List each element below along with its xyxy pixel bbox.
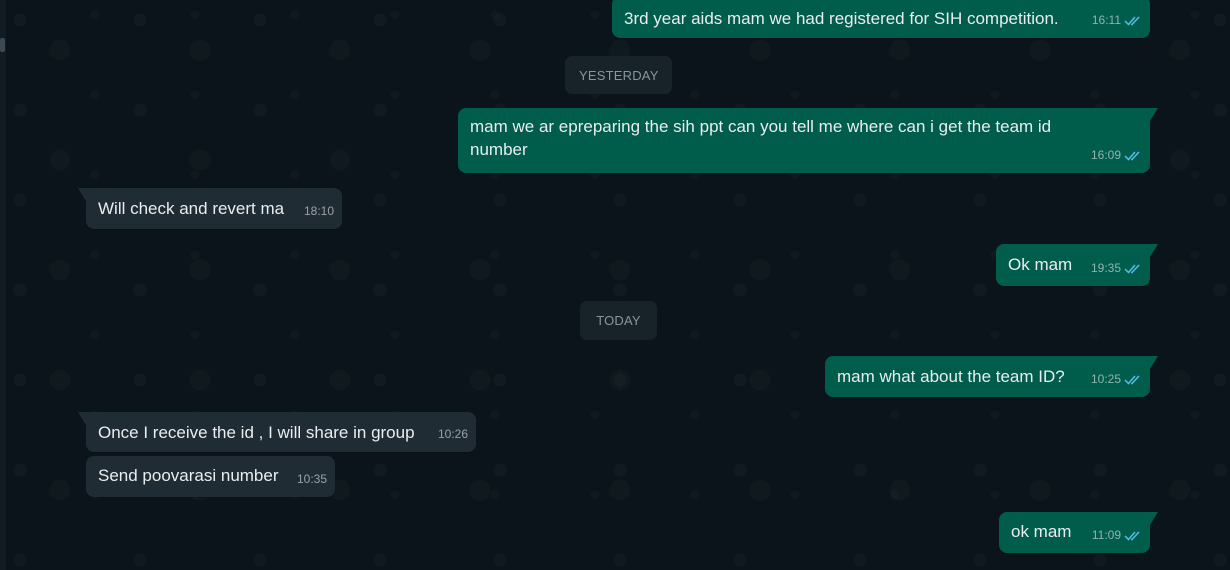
message-meta: 11:09 (1092, 524, 1142, 547)
outgoing-message[interactable]: ok mam 11:09 (999, 512, 1158, 553)
message-text: 3rd year aids mam we had registered for … (624, 9, 1059, 28)
message-meta: 10:25 (1091, 368, 1142, 391)
double-check-icon (1124, 264, 1140, 274)
message-time: 16:09 (1090, 148, 1121, 162)
message-text: Once I receive the id , I will share in … (98, 423, 415, 442)
message-time: 10:35 (296, 472, 327, 486)
message-meta: 10:26 (438, 423, 468, 446)
double-check-icon (1124, 16, 1140, 26)
double-check-icon (1124, 375, 1140, 385)
date-separator-today: TODAY (580, 301, 657, 340)
chat-panel[interactable]: 3rd year aids mam we had registered for … (0, 0, 1230, 570)
message-text: mam we ar epreparing the sih ppt can you… (470, 117, 1052, 159)
message-meta: 16:09 (1091, 144, 1142, 167)
message-meta: 10:35 (297, 468, 327, 491)
message-meta: 18:10 (304, 200, 334, 223)
outgoing-message[interactable]: 3rd year aids mam we had registered for … (612, 0, 1150, 38)
incoming-message[interactable]: Will check and revert ma 18:10 (78, 188, 342, 229)
incoming-message[interactable]: Send poovarasi number 10:35 (86, 456, 335, 497)
message-meta: 16:11 (1092, 9, 1142, 32)
outgoing-message[interactable]: mam we ar epreparing the sih ppt can you… (458, 108, 1158, 173)
incoming-message[interactable]: Once I receive the id , I will share in … (78, 412, 476, 452)
date-separator-yesterday: YESTERDAY (565, 56, 672, 94)
double-check-icon (1124, 531, 1140, 541)
message-meta: 19:35 (1091, 257, 1142, 280)
message-time: 10:26 (437, 427, 468, 441)
scrollbar-thumb[interactable] (0, 38, 5, 52)
double-check-icon (1124, 151, 1140, 161)
message-time: 19:35 (1090, 261, 1121, 275)
outgoing-message[interactable]: mam what about the team ID? 10:25 (825, 356, 1158, 397)
message-time: 18:10 (303, 204, 334, 218)
message-time: 11:09 (1091, 528, 1121, 542)
scrollbar-track[interactable] (0, 0, 6, 570)
message-time: 10:25 (1090, 372, 1121, 386)
message-time: 16:11 (1091, 13, 1121, 27)
outgoing-message[interactable]: Ok mam 19:35 (996, 244, 1158, 286)
